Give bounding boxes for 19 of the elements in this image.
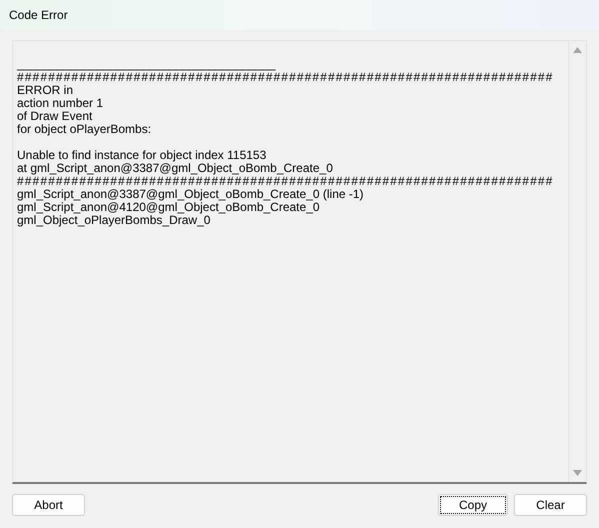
scroll-up-icon[interactable] — [573, 47, 582, 53]
window-title: Code Error — [9, 7, 68, 24]
log-line: gml_Script_anon@3387@gml_Object_oBomb_Create_0 (line -1) — [17, 188, 365, 201]
log-text-area[interactable] — [12, 40, 587, 484]
log-line: for object oPlayerBombs: — [17, 123, 152, 136]
log-line: gml_Script_anon@4120@gml_Object_oBomb_Create_0 — [17, 201, 321, 214]
underscore-line: _______________________________________ — [17, 58, 276, 71]
scroll-down-icon[interactable] — [573, 470, 582, 476]
log-line: action number 1 — [17, 97, 104, 110]
log-line: at gml_Script_anon@3387@gml_Object_oBomb_Create_0 — [17, 162, 334, 175]
hash-separator: ##################################################################### — [17, 175, 554, 188]
dialog-button[interactable]: Clear — [514, 494, 587, 516]
log-line: ERROR in — [17, 84, 74, 97]
hash-separator: ##################################################################### — [17, 71, 554, 84]
dialog-button[interactable]: Abort — [12, 494, 85, 516]
log-line: gml_Object_oPlayerBombs_Draw_0 — [17, 214, 210, 227]
log-line: of Draw Event — [17, 110, 94, 123]
dialog-button[interactable]: Copy — [438, 494, 508, 516]
log-line: Unable to find instance for object index 115153 — [17, 149, 268, 162]
